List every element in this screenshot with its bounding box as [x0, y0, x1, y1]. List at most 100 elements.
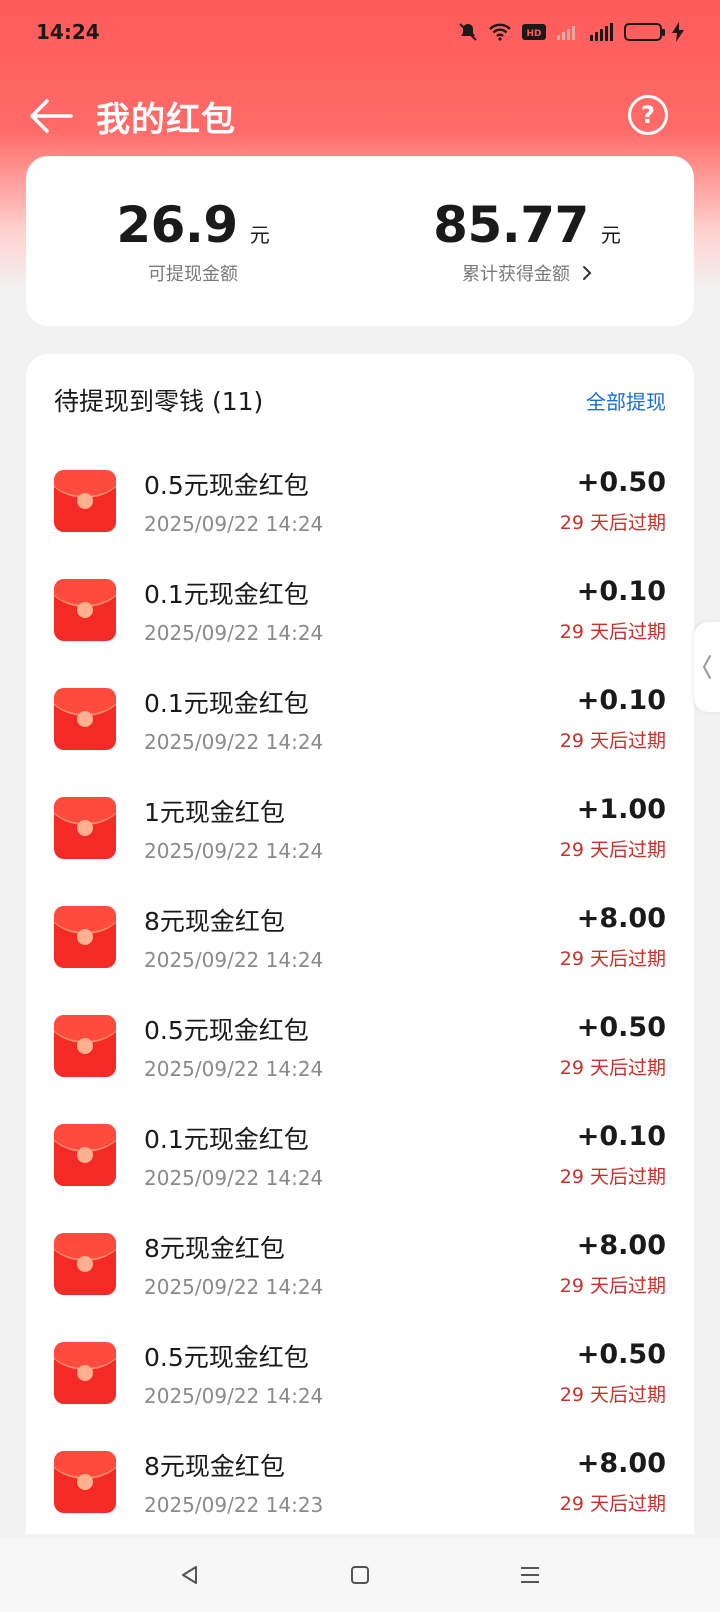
chevron-left-icon — [702, 655, 711, 679]
item-amount: +0.50 — [576, 1338, 666, 1370]
list-header: 待提现到零钱 (11) 全部提现 — [26, 354, 694, 446]
list-item[interactable]: 0.5元现金红包 2025/09/22 14:24 +0.50 29 天后过期 — [26, 446, 694, 555]
signal-5g-icon — [588, 21, 614, 43]
nav-back-button[interactable] — [170, 1555, 210, 1595]
red-envelope-icon — [54, 687, 116, 750]
withdraw-all-button[interactable]: 全部提现 — [586, 386, 666, 415]
wifi-icon — [488, 21, 512, 43]
total-amount-section[interactable]: 85.77 元 累计获得金额 — [360, 156, 694, 326]
item-expiry: 29 天后过期 — [559, 1383, 666, 1406]
item-amount: +8.00 — [576, 1229, 666, 1261]
item-time: 2025/09/22 14:24 — [144, 1165, 324, 1190]
svg-text:HD: HD — [526, 29, 541, 39]
nav-menu-button[interactable] — [510, 1555, 550, 1595]
red-envelope-icon — [54, 578, 116, 641]
summary-card: 26.9 元 可提现金额 85.77 元 累计获得金额 — [26, 156, 694, 326]
back-arrow-icon — [30, 99, 73, 133]
item-name: 8元现金红包 — [144, 1451, 285, 1481]
item-expiry: 29 天后过期 — [559, 838, 666, 861]
item-expiry: 29 天后过期 — [559, 729, 666, 752]
item-amount: +0.50 — [576, 1011, 666, 1043]
item-name: 0.5元现金红包 — [144, 1342, 309, 1372]
pending-list-card: 待提现到零钱 (11) 全部提现 0.5元现金红包 2025/09/22 14:2… — [26, 354, 694, 1534]
list-item[interactable]: 0.1元现金红包 2025/09/22 14:24 +0.10 29 天后过期 — [26, 555, 694, 664]
item-time: 2025/09/22 14:24 — [144, 511, 324, 536]
available-amount: 26.9 — [116, 196, 238, 254]
red-envelope-icon — [54, 1014, 116, 1077]
list-title: 待提现到零钱 (11) — [54, 387, 264, 416]
charging-icon — [672, 21, 684, 43]
red-envelope-icon — [54, 1232, 116, 1295]
item-amount: +8.00 — [576, 902, 666, 934]
item-expiry: 29 天后过期 — [559, 947, 666, 970]
item-amount: +0.50 — [576, 466, 666, 498]
item-amount: +0.10 — [576, 684, 666, 716]
item-name: 1元现金红包 — [144, 797, 285, 827]
hd-icon: HD — [522, 21, 546, 43]
red-envelope-icon — [54, 796, 116, 859]
item-time: 2025/09/22 14:24 — [144, 620, 324, 645]
status-icons: HD — [458, 21, 684, 43]
list-item[interactable]: 1元现金红包 2025/09/22 14:24 +1.00 29 天后过期 — [26, 773, 694, 882]
menu-lines-icon — [521, 1567, 539, 1583]
status-time: 14:24 — [36, 20, 100, 44]
red-envelope-icon — [54, 1341, 116, 1404]
back-button[interactable] — [26, 91, 76, 141]
list-item[interactable]: 8元现金红包 2025/09/22 14:23 +8.00 29 天后过期 — [26, 1427, 694, 1534]
red-envelope-icon — [54, 1450, 116, 1513]
list-item[interactable]: 0.5元现金红包 2025/09/22 14:24 +0.50 29 天后过期 — [26, 991, 694, 1100]
item-amount: +0.10 — [576, 575, 666, 607]
list-item[interactable]: 8元现金红包 2025/09/22 14:24 +8.00 29 天后过期 — [26, 1209, 694, 1318]
top-nav: 我的红包 ? — [0, 80, 720, 152]
chevron-right-icon — [582, 265, 592, 281]
item-time: 2025/09/22 14:24 — [144, 838, 324, 863]
help-button[interactable]: ? — [628, 95, 668, 135]
item-time: 2025/09/22 14:24 — [144, 1383, 324, 1408]
available-amount-section: 26.9 元 可提现金额 — [26, 156, 360, 326]
item-name: 8元现金红包 — [144, 906, 285, 936]
red-envelope-icon — [54, 1123, 116, 1186]
item-expiry: 29 天后过期 — [559, 1056, 666, 1079]
list-item[interactable]: 0.1元现金红包 2025/09/22 14:24 +0.10 29 天后过期 — [26, 664, 694, 773]
item-expiry: 29 天后过期 — [559, 511, 666, 534]
page-title: 我的红包 — [96, 99, 236, 140]
available-label: 可提现金额 — [148, 264, 238, 285]
total-amount: 85.77 — [433, 196, 589, 254]
system-nav-bar — [0, 1538, 720, 1612]
item-amount: +1.00 — [576, 793, 666, 825]
triangle-back-icon — [182, 1566, 197, 1584]
total-unit: 元 — [600, 223, 621, 247]
help-icon: ? — [641, 101, 655, 129]
item-name: 0.1元现金红包 — [144, 579, 309, 609]
item-name: 0.5元现金红包 — [144, 470, 309, 500]
red-envelope-icon — [54, 469, 116, 532]
item-expiry: 29 天后过期 — [559, 1492, 666, 1515]
item-expiry: 29 天后过期 — [559, 1274, 666, 1297]
item-name: 0.1元现金红包 — [144, 688, 309, 718]
item-name: 0.1元现金红包 — [144, 1124, 309, 1154]
item-name: 0.5元现金红包 — [144, 1015, 309, 1045]
envelope-list: 0.5元现金红包 2025/09/22 14:24 +0.50 29 天后过期 0.1元… — [26, 446, 694, 1534]
item-time: 2025/09/22 14:23 — [144, 1492, 324, 1517]
signal-weak-icon — [556, 21, 578, 43]
red-envelope-icon — [54, 905, 116, 968]
list-item[interactable]: 0.5元现金红包 2025/09/22 14:24 +0.50 29 天后过期 — [26, 1318, 694, 1427]
item-time: 2025/09/22 14:24 — [144, 1056, 324, 1081]
square-home-icon — [351, 1566, 369, 1584]
battery-icon — [624, 21, 665, 43]
mute-icon — [458, 21, 478, 43]
list-item[interactable]: 8元现金红包 2025/09/22 14:24 +8.00 29 天后过期 — [26, 882, 694, 991]
item-expiry: 29 天后过期 — [559, 1165, 666, 1188]
available-unit: 元 — [249, 223, 270, 247]
item-time: 2025/09/22 14:24 — [144, 729, 324, 754]
nav-home-button[interactable] — [340, 1555, 380, 1595]
side-panel-handle[interactable] — [694, 622, 720, 712]
item-time: 2025/09/22 14:24 — [144, 947, 324, 972]
total-label: 累计获得金额 — [462, 264, 570, 285]
item-amount: +8.00 — [576, 1447, 666, 1479]
list-item[interactable]: 0.1元现金红包 2025/09/22 14:24 +0.10 29 天后过期 — [26, 1100, 694, 1209]
item-name: 8元现金红包 — [144, 1233, 285, 1263]
item-amount: +0.10 — [576, 1120, 666, 1152]
item-expiry: 29 天后过期 — [559, 620, 666, 643]
item-time: 2025/09/22 14:24 — [144, 1274, 324, 1299]
